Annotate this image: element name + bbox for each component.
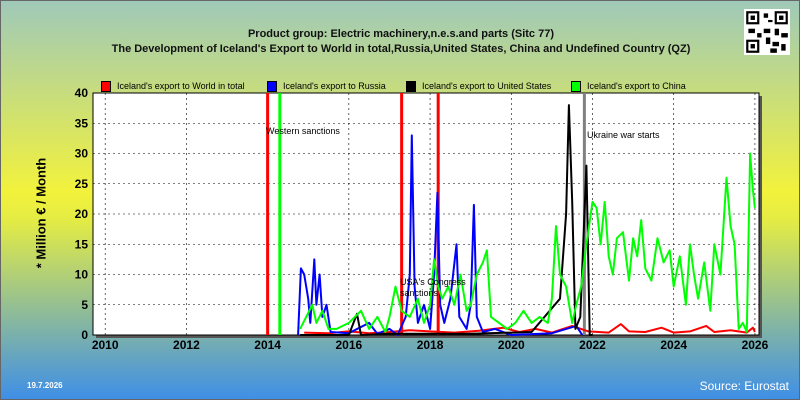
source-credit: Source: Eurostat [699, 379, 789, 393]
y-tick-label: 30 [75, 147, 89, 161]
annotation-label: Western sanctions [266, 126, 340, 136]
x-tick-label: 2022 [579, 338, 606, 352]
annotation-label: Ukraine war starts [587, 130, 660, 140]
chart-plot: 0 5 10 15 20 25 30 35 40 2010 2012 2014 2016 2018 2020… [75, 86, 769, 352]
x-tick-label: 2016 [335, 338, 362, 352]
y-tick-label: 40 [75, 86, 89, 100]
x-tick-label: 2012 [173, 338, 200, 352]
x-tick-label: 2010 [92, 338, 119, 352]
date-stamp: 19.7.2026 [27, 381, 63, 390]
y-tick-label: 5 [81, 298, 88, 312]
x-tick-label: 2014 [254, 338, 281, 352]
y-tick-label: 20 [75, 207, 89, 221]
x-tick-label: 2018 [417, 338, 444, 352]
y-tick-label: 25 [75, 177, 89, 191]
chart-canvas: Product group: Electric machinery,n.e.s.… [0, 0, 800, 400]
annotation-label-cont: sanctions [400, 288, 439, 298]
y-tick-label: 10 [75, 268, 89, 282]
y-tick-label: 35 [75, 116, 89, 130]
x-tick-label: 2024 [660, 338, 687, 352]
x-tick-label: 2020 [498, 338, 525, 352]
x-tick-label: 2026 [742, 338, 769, 352]
y-tick-label: 0 [81, 328, 88, 342]
y-tick-label: 15 [75, 237, 89, 251]
annotation-label: USA's Congress [400, 277, 466, 287]
